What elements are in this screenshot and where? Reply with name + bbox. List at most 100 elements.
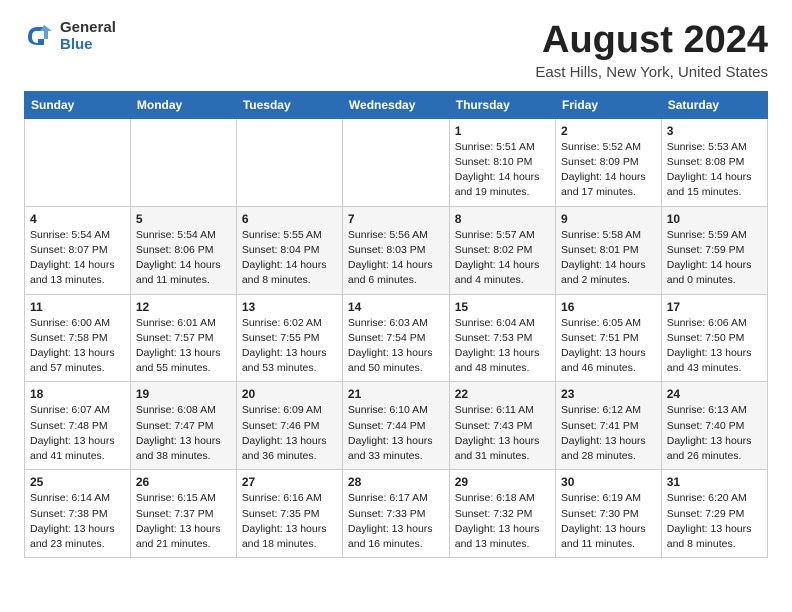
day-number: 13	[242, 300, 337, 314]
day-info: Sunrise: 6:13 AM Sunset: 7:40 PM Dayligh…	[667, 403, 762, 464]
calendar-cell-1-4	[342, 118, 449, 206]
calendar-cell-2-1: 4 Sunrise: 5:54 AM Sunset: 8:07 PM Daylig…	[25, 206, 131, 294]
calendar-body: 1 Sunrise: 5:51 AM Sunset: 8:10 PM Daylig…	[25, 118, 768, 557]
calendar-cell-5-5: 29 Sunrise: 6:18 AM Sunset: 7:32 PM Dayli…	[449, 470, 555, 558]
day-number: 16	[561, 300, 656, 314]
day-number: 28	[348, 475, 444, 489]
day-number: 9	[561, 212, 656, 226]
logo-blue: Blue	[60, 37, 116, 54]
day-number: 25	[30, 475, 125, 489]
calendar-cell-4-7: 24Sunrise: 6:13 AM Sunset: 7:40 PM Dayli…	[661, 382, 767, 470]
day-number: 17	[667, 300, 762, 314]
calendar-week-3: 11 Sunrise: 6:00 AM Sunset: 7:58 PM Dayli…	[25, 294, 768, 382]
day-info: Sunrise: 6:17 AM Sunset: 7:33 PM Dayligh…	[348, 491, 444, 552]
calendar-cell-2-3: 6 Sunrise: 5:55 AM Sunset: 8:04 PM Daylig…	[236, 206, 342, 294]
day-info: Sunrise: 6:02 AM Sunset: 7:55 PM Dayligh…	[242, 316, 337, 377]
calendar-cell-3-1: 11 Sunrise: 6:00 AM Sunset: 7:58 PM Dayli…	[25, 294, 131, 382]
day-info: Sunrise: 6:05 AM Sunset: 7:51 PM Dayligh…	[561, 316, 656, 377]
calendar-cell-5-2: 26 Sunrise: 6:15 AM Sunset: 7:37 PM Dayli…	[130, 470, 236, 558]
calendar-table: Sunday Monday Tuesday Wednesday Thursday…	[24, 91, 768, 558]
calendar-week-4: 18 Sunrise: 6:07 AM Sunset: 7:48 PM Dayli…	[25, 382, 768, 470]
calendar-cell-4-5: 22 Sunrise: 6:11 AM Sunset: 7:43 PM Dayli…	[449, 382, 555, 470]
calendar-subtitle: East Hills, New York, United States	[535, 64, 768, 81]
day-number: 11	[30, 300, 125, 314]
day-info: Sunrise: 6:18 AM Sunset: 7:32 PM Dayligh…	[455, 491, 550, 552]
calendar-cell-5-4: 28 Sunrise: 6:17 AM Sunset: 7:33 PM Dayli…	[342, 470, 449, 558]
calendar-week-2: 4 Sunrise: 5:54 AM Sunset: 8:07 PM Daylig…	[25, 206, 768, 294]
day-number: 6	[242, 212, 337, 226]
day-info: Sunrise: 5:54 AM Sunset: 8:07 PM Dayligh…	[30, 228, 125, 289]
col-thursday: Thursday	[449, 91, 555, 118]
day-info: Sunrise: 5:58 AM Sunset: 8:01 PM Dayligh…	[561, 228, 656, 289]
calendar-cell-2-5: 8 Sunrise: 5:57 AM Sunset: 8:02 PM Daylig…	[449, 206, 555, 294]
day-number: 20	[242, 387, 337, 401]
day-info: Sunrise: 5:51 AM Sunset: 8:10 PM Dayligh…	[455, 140, 550, 201]
day-info: Sunrise: 5:55 AM Sunset: 8:04 PM Dayligh…	[242, 228, 337, 289]
day-number: 18	[30, 387, 125, 401]
calendar-cell-1-7: 3 Sunrise: 5:53 AM Sunset: 8:08 PM Daylig…	[661, 118, 767, 206]
day-number: 27	[242, 475, 337, 489]
day-info: Sunrise: 6:11 AM Sunset: 7:43 PM Dayligh…	[455, 403, 550, 464]
calendar-week-1: 1 Sunrise: 5:51 AM Sunset: 8:10 PM Daylig…	[25, 118, 768, 206]
calendar-cell-2-6: 9 Sunrise: 5:58 AM Sunset: 8:01 PM Daylig…	[556, 206, 662, 294]
day-info: Sunrise: 6:00 AM Sunset: 7:58 PM Dayligh…	[30, 316, 125, 377]
calendar-cell-5-7: 31Sunrise: 6:20 AM Sunset: 7:29 PM Dayli…	[661, 470, 767, 558]
day-info: Sunrise: 5:52 AM Sunset: 8:09 PM Dayligh…	[561, 140, 656, 201]
calendar-cell-3-4: 14 Sunrise: 6:03 AM Sunset: 7:54 PM Dayli…	[342, 294, 449, 382]
col-wednesday: Wednesday	[342, 91, 449, 118]
day-info: Sunrise: 6:15 AM Sunset: 7:37 PM Dayligh…	[136, 491, 231, 552]
logo-icon	[24, 21, 56, 53]
calendar-cell-4-2: 19 Sunrise: 6:08 AM Sunset: 7:47 PM Dayli…	[130, 382, 236, 470]
day-number: 7	[348, 212, 444, 226]
day-number: 1	[455, 124, 550, 138]
day-number: 8	[455, 212, 550, 226]
calendar-cell-3-6: 16 Sunrise: 6:05 AM Sunset: 7:51 PM Dayli…	[556, 294, 662, 382]
day-info: Sunrise: 5:57 AM Sunset: 8:02 PM Dayligh…	[455, 228, 550, 289]
calendar-cell-3-7: 17 Sunrise: 6:06 AM Sunset: 7:50 PM Dayli…	[661, 294, 767, 382]
day-info: Sunrise: 6:07 AM Sunset: 7:48 PM Dayligh…	[30, 403, 125, 464]
calendar-cell-3-3: 13 Sunrise: 6:02 AM Sunset: 7:55 PM Dayli…	[236, 294, 342, 382]
col-monday: Monday	[130, 91, 236, 118]
calendar-cell-5-3: 27Sunrise: 6:16 AM Sunset: 7:35 PM Dayli…	[236, 470, 342, 558]
day-info: Sunrise: 6:19 AM Sunset: 7:30 PM Dayligh…	[561, 491, 656, 552]
calendar-cell-1-5: 1 Sunrise: 5:51 AM Sunset: 8:10 PM Daylig…	[449, 118, 555, 206]
calendar-cell-1-2	[130, 118, 236, 206]
calendar-cell-2-2: 5Sunrise: 5:54 AM Sunset: 8:06 PM Daylig…	[130, 206, 236, 294]
calendar-cell-5-6: 30 Sunrise: 6:19 AM Sunset: 7:30 PM Dayli…	[556, 470, 662, 558]
day-number: 12	[136, 300, 231, 314]
calendar-title: August 2024	[535, 20, 768, 62]
calendar-cell-4-6: 23Sunrise: 6:12 AM Sunset: 7:41 PM Dayli…	[556, 382, 662, 470]
day-number: 21	[348, 387, 444, 401]
day-number: 26	[136, 475, 231, 489]
day-info: Sunrise: 6:03 AM Sunset: 7:54 PM Dayligh…	[348, 316, 444, 377]
day-info: Sunrise: 5:59 AM Sunset: 7:59 PM Dayligh…	[667, 228, 762, 289]
day-number: 4	[30, 212, 125, 226]
calendar-week-5: 25Sunrise: 6:14 AM Sunset: 7:38 PM Dayli…	[25, 470, 768, 558]
day-number: 29	[455, 475, 550, 489]
day-info: Sunrise: 6:20 AM Sunset: 7:29 PM Dayligh…	[667, 491, 762, 552]
day-number: 14	[348, 300, 444, 314]
calendar-cell-3-2: 12 Sunrise: 6:01 AM Sunset: 7:57 PM Dayli…	[130, 294, 236, 382]
calendar-cell-1-3	[236, 118, 342, 206]
day-info: Sunrise: 5:56 AM Sunset: 8:03 PM Dayligh…	[348, 228, 444, 289]
col-tuesday: Tuesday	[236, 91, 342, 118]
day-number: 3	[667, 124, 762, 138]
day-number: 30	[561, 475, 656, 489]
col-saturday: Saturday	[661, 91, 767, 118]
day-number: 15	[455, 300, 550, 314]
calendar-cell-1-6: 2Sunrise: 5:52 AM Sunset: 8:09 PM Daylig…	[556, 118, 662, 206]
calendar-cell-5-1: 25Sunrise: 6:14 AM Sunset: 7:38 PM Dayli…	[25, 470, 131, 558]
day-info: Sunrise: 6:01 AM Sunset: 7:57 PM Dayligh…	[136, 316, 231, 377]
col-friday: Friday	[556, 91, 662, 118]
day-info: Sunrise: 6:08 AM Sunset: 7:47 PM Dayligh…	[136, 403, 231, 464]
title-area: August 2024 East Hills, New York, United…	[535, 20, 768, 81]
col-sunday: Sunday	[25, 91, 131, 118]
calendar-header: Sunday Monday Tuesday Wednesday Thursday…	[25, 91, 768, 118]
calendar-cell-2-7: 10 Sunrise: 5:59 AM Sunset: 7:59 PM Dayli…	[661, 206, 767, 294]
day-info: Sunrise: 5:53 AM Sunset: 8:08 PM Dayligh…	[667, 140, 762, 201]
day-number: 10	[667, 212, 762, 226]
day-number: 19	[136, 387, 231, 401]
day-info: Sunrise: 6:06 AM Sunset: 7:50 PM Dayligh…	[667, 316, 762, 377]
day-number: 22	[455, 387, 550, 401]
header: General Blue August 2024 East Hills, New…	[24, 20, 768, 81]
